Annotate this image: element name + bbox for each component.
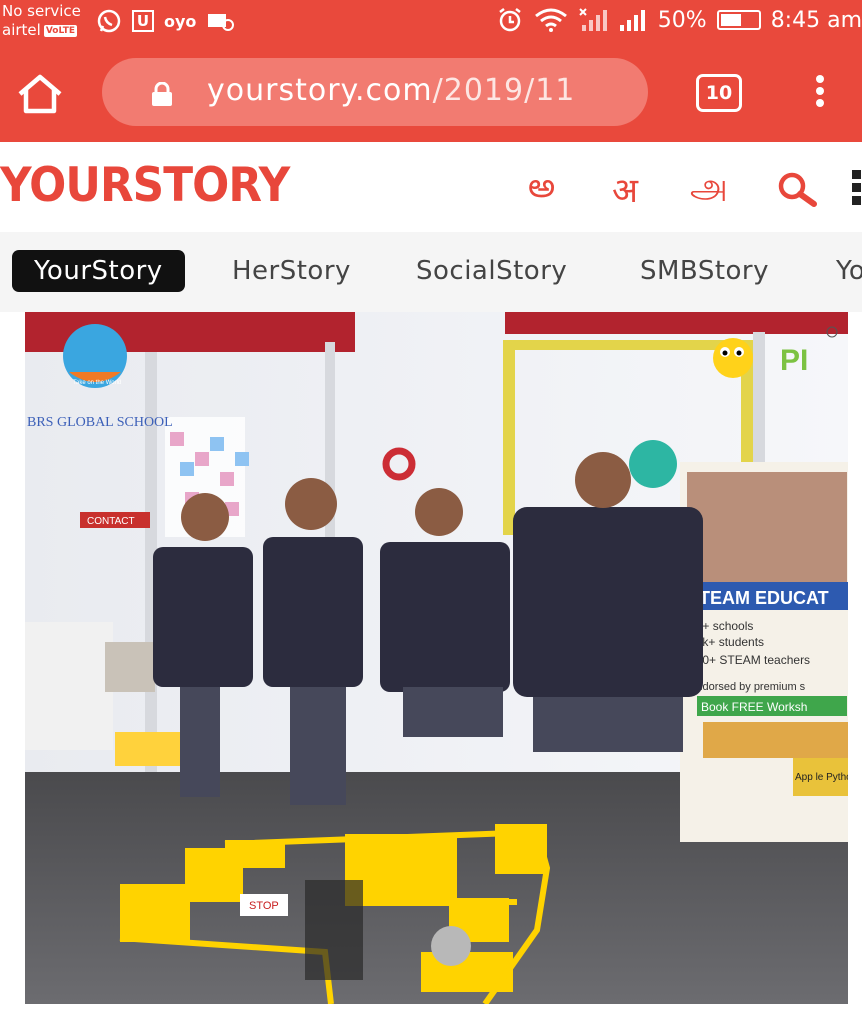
site-menu-icon[interactable] [852,170,862,210]
nav-herstory[interactable]: HerStory [232,250,351,292]
url-domain: yourstory.com [207,73,433,108]
article-hero-image: STEAM EDUCAT 40+ schools 16k+ students 5… [25,312,848,1004]
u-app-icon: U [132,10,154,32]
home-icon[interactable] [16,74,64,114]
lang-tamil[interactable]: அ [690,166,728,210]
battery-percent: 50% [657,7,707,33]
site-header: YOURSTORY అ अ அ [0,142,862,232]
banner-stat-3: 500+ STEAM teachers [689,653,810,667]
yourstory-logo[interactable]: YOURSTORY [0,158,290,213]
section-nav: YourStory HerStory SocialStory SMBStory … [0,232,862,312]
whatsapp-icon [97,9,121,33]
brs-school-name: BRS GLOBAL SCHOOL [27,415,173,430]
banner-cta: Book FREE Worksh [701,700,807,714]
booth-contact: CONTACT [87,516,135,527]
oyo-icon: oyo [164,11,197,31]
banner-app: App le Python AI/ML [795,772,848,783]
alarm-icon [499,8,521,32]
carrier-2: airtel [2,21,41,39]
browser-toolbar: yourstory.com/2019/11 10 [0,44,862,142]
banner-endorsed: Endorsed by premium s [689,681,806,693]
signal-icon [619,10,645,31]
nav-smbstory[interactable]: SMBStory [640,250,769,292]
carrier-1: No service [2,2,81,20]
volte-badge: VoLTE [43,24,78,37]
browser-menu-button[interactable] [808,72,832,116]
address-bar[interactable]: yourstory.com/2019/11 [102,58,648,126]
url-text: yourstory.com/2019/11 [207,73,575,108]
road-sign: STOP [249,900,279,912]
booth-photo: STEAM EDUCAT 40+ schools 16k+ students 5… [25,312,848,1004]
clock: 8:45 am [770,7,862,33]
lang-telugu[interactable]: అ [528,166,555,214]
url-path: /2019/11 [432,73,576,108]
data-saver-icon [208,14,235,31]
lock-icon [152,82,172,106]
pi-logo-text: PI [780,344,808,377]
brs-tagline: Take on the World [73,380,121,386]
nav-yourstory[interactable]: YourStory [12,250,185,292]
wifi-icon [534,8,567,32]
nav-yo-partial[interactable]: Yo [836,250,862,292]
lang-hindi[interactable]: अ [612,166,638,212]
banner-title: STEAM EDUCAT [687,588,829,608]
battery-charging-icon [716,10,761,30]
search-icon[interactable] [774,170,818,210]
notification-icons: U oyo [96,8,235,34]
status-bar: No service airtel VoLTE U oyo 50% 8:45 am [0,0,862,44]
signal-x-icon [579,8,607,31]
carrier-info: No service airtel VoLTE [2,2,81,40]
tab-switcher-button[interactable]: 10 [696,74,742,112]
nav-socialstory[interactable]: SocialStory [416,250,567,292]
